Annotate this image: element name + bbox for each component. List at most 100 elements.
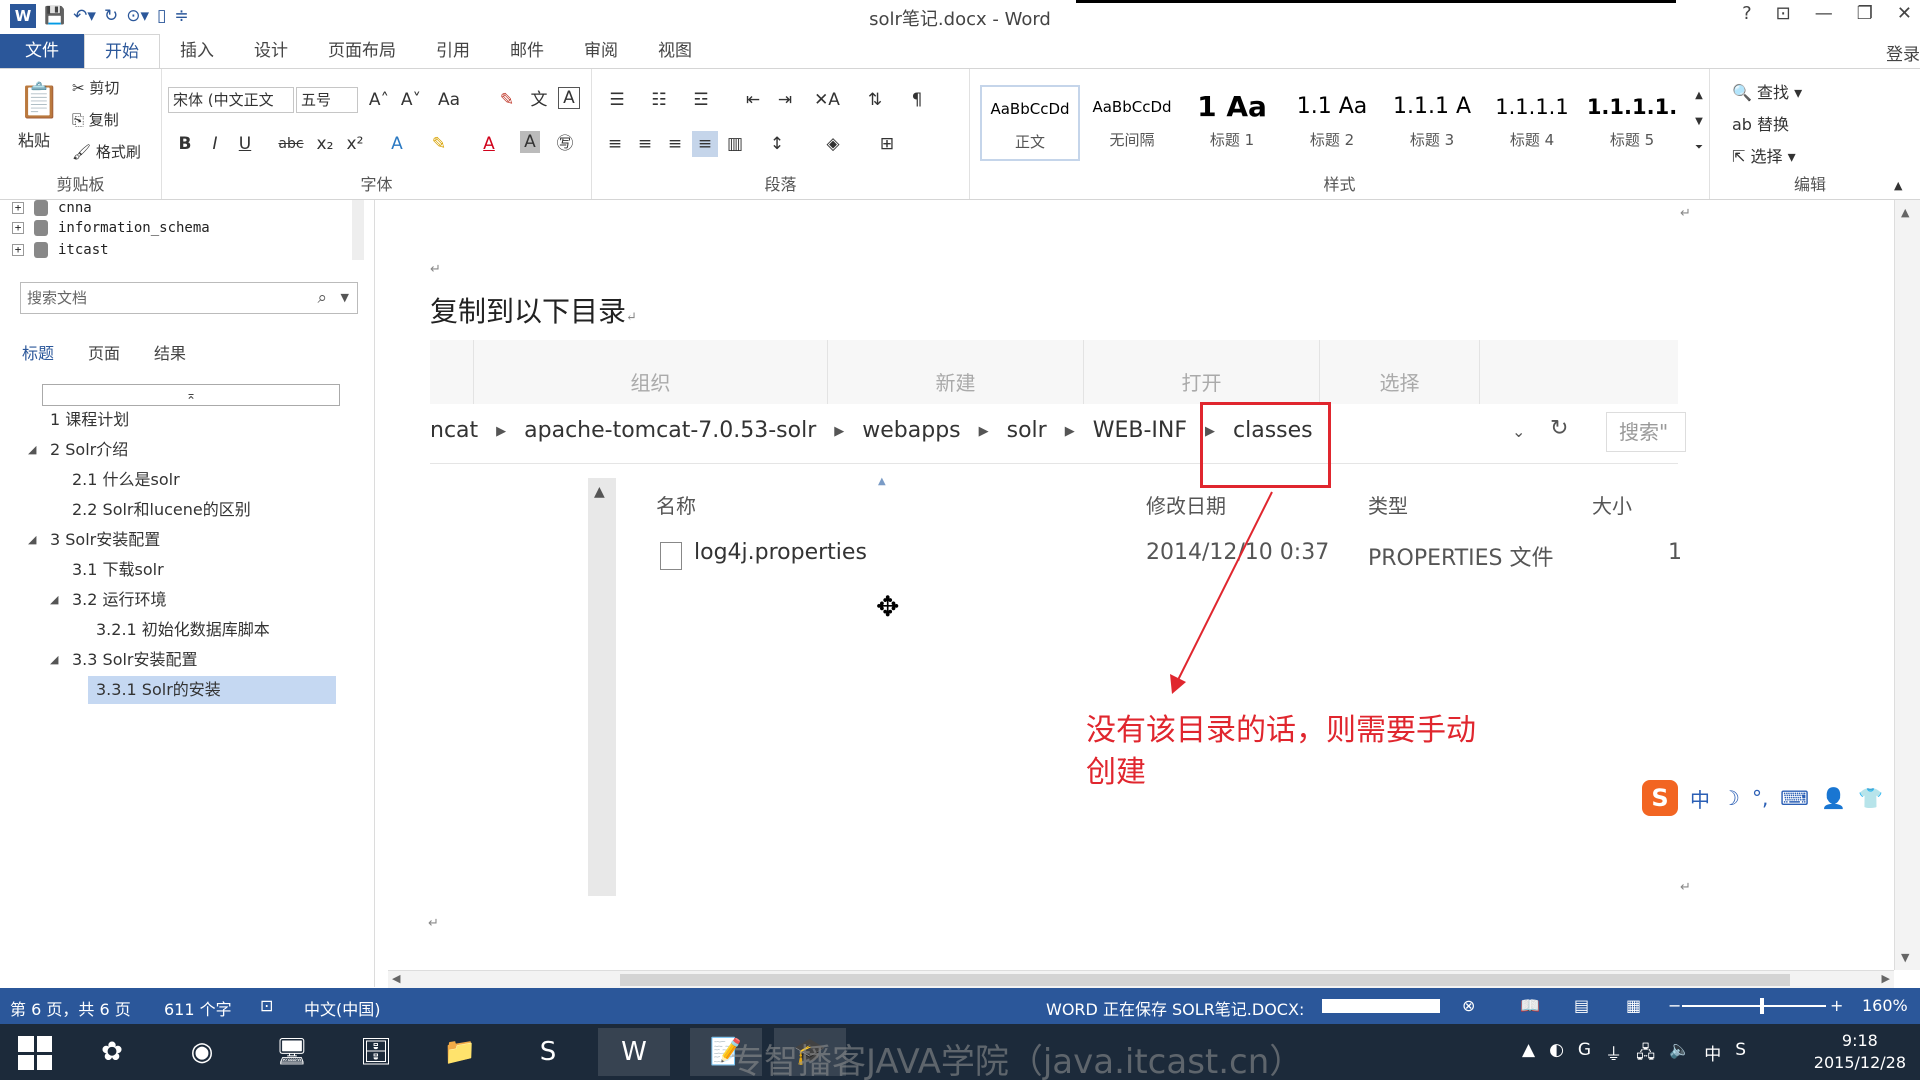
increase-indent-icon[interactable]: ⇥ xyxy=(772,87,798,113)
skin-icon[interactable]: 👕 xyxy=(1858,786,1883,810)
word-count[interactable]: 611 个字 xyxy=(164,996,232,1020)
bold-button[interactable]: B xyxy=(172,131,198,157)
search-document-input[interactable]: 搜索文档 ⌕ ▼ xyxy=(20,282,358,314)
format-painter-button[interactable]: 🖌 格式刷 xyxy=(72,141,141,162)
decrease-indent-icon[interactable]: ⇤ xyxy=(740,87,766,113)
superscript-button[interactable]: x² xyxy=(342,131,368,157)
remote-desktop-icon[interactable]: 🖥 xyxy=(256,1028,328,1076)
subscript-button[interactable]: x₂ xyxy=(312,131,338,157)
tab-review[interactable]: 审阅 xyxy=(564,34,638,68)
align-right-icon[interactable]: ≡ xyxy=(662,131,688,157)
nav-scrollbar[interactable] xyxy=(352,200,364,260)
copy-button[interactable]: ⎘ 复制 xyxy=(72,109,119,130)
volume-icon[interactable]: 🔈 xyxy=(1669,1040,1690,1069)
heading-item[interactable]: ◢ 3.3 Solr安装配置 xyxy=(50,646,198,674)
replace-button[interactable]: ab 替换 xyxy=(1732,111,1789,135)
zoom-in-button[interactable]: + xyxy=(1830,996,1843,1015)
tab-layout[interactable]: 页面布局 xyxy=(308,34,416,68)
tab-references[interactable]: 引用 xyxy=(416,34,490,68)
page-count[interactable]: 第 6 页，共 6 页 xyxy=(10,996,131,1020)
scroll-down-icon[interactable]: ▼ xyxy=(1901,951,1909,964)
ribbon-display-button[interactable]: ⊡ xyxy=(1776,3,1791,24)
heading-item[interactable]: ◢ 3.2 运行环境 xyxy=(50,586,167,614)
expand-icon[interactable]: + xyxy=(12,222,24,234)
heading-item[interactable]: ◢ 3 Solr安装配置 xyxy=(28,526,160,554)
web-layout-icon[interactable]: ▦ xyxy=(1626,996,1641,1015)
style-heading-4[interactable]: 1.1.1.1 标题 4 xyxy=(1482,85,1582,161)
tree-item[interactable]: + cnna xyxy=(12,200,92,216)
cancel-save-icon[interactable]: ⊗ xyxy=(1462,996,1475,1015)
expand-icon[interactable]: + xyxy=(12,244,24,256)
search-icon[interactable]: ⌕ xyxy=(317,283,327,313)
line-spacing-icon[interactable]: ↕ xyxy=(764,131,790,157)
sort-icon[interactable]: ⇅ xyxy=(862,87,888,113)
font-size-select[interactable]: 五号 xyxy=(296,87,358,113)
distributed-icon[interactable]: ▥ xyxy=(722,131,748,157)
network-icon[interactable]: 🖧 xyxy=(1636,1040,1655,1069)
heading-item-selected[interactable]: 3.3.1 Solr的安装 xyxy=(88,676,336,704)
ime-mode-icon[interactable]: 中 xyxy=(1690,784,1710,813)
heading-item[interactable]: 3.2.1 初始化数据库脚本 xyxy=(96,616,270,644)
zoom-level[interactable]: 160% xyxy=(1862,996,1908,1015)
styles-scroll-down-icon[interactable]: ▼ xyxy=(1686,109,1712,135)
tab-pages[interactable]: 页面 xyxy=(88,340,120,364)
style-heading-3[interactable]: 1.1.1 A 标题 3 xyxy=(1382,85,1482,161)
highlight-icon[interactable]: ✎ xyxy=(426,131,452,157)
tab-headings[interactable]: 标题 xyxy=(22,340,54,364)
tab-mailings[interactable]: 邮件 xyxy=(490,34,564,68)
control-panel-icon[interactable]: 🗄 xyxy=(340,1028,412,1076)
font-color-icon[interactable]: A xyxy=(476,131,502,157)
styles-scroll-up-icon[interactable]: ▲ xyxy=(1686,83,1712,109)
underline-button[interactable]: U xyxy=(232,131,258,157)
close-button[interactable]: ✕ xyxy=(1897,3,1912,24)
shrink-font-icon[interactable]: A˅ xyxy=(398,87,424,113)
justify-icon[interactable]: ≡ xyxy=(692,131,718,157)
zoom-slider-thumb[interactable] xyxy=(1760,998,1764,1014)
heading-item[interactable]: 2.2 Solr和lucene的区别 xyxy=(72,496,251,524)
read-mode-icon[interactable]: 📖 xyxy=(1520,996,1540,1015)
multilevel-list-icon[interactable]: ☲ xyxy=(688,87,714,113)
style-heading-2[interactable]: 1.1 Aa 标题 2 xyxy=(1282,85,1382,161)
tray-expand-icon[interactable]: ▲ xyxy=(1522,1040,1535,1069)
enclose-char-icon[interactable]: ㊢ xyxy=(552,131,578,157)
heading-item[interactable]: ◢ 2 Solr介绍 xyxy=(28,436,128,464)
select-button[interactable]: ⇱ 选择 ▾ xyxy=(1732,143,1796,167)
collapse-triangle-icon[interactable]: ◢ xyxy=(50,646,58,674)
phonetic-guide-icon[interactable]: 文 xyxy=(526,87,552,113)
style-heading-1[interactable]: 1 Aa 标题 1 xyxy=(1182,85,1282,161)
language[interactable]: 中文(中国) xyxy=(304,996,381,1020)
scroll-right-icon[interactable]: ▶ xyxy=(1882,972,1890,985)
tab-view[interactable]: 视图 xyxy=(638,34,712,68)
tab-file[interactable]: 文件 xyxy=(0,34,84,68)
zoom-slider[interactable] xyxy=(1682,1005,1826,1007)
italic-button[interactable]: I xyxy=(202,131,228,157)
char-border-icon[interactable]: A xyxy=(558,87,580,109)
minimize-button[interactable]: — xyxy=(1815,3,1833,24)
restore-button[interactable]: ❐ xyxy=(1857,3,1873,24)
chevron-down-icon[interactable]: ▼ xyxy=(341,283,349,313)
heading-item[interactable]: 1 课程计划 xyxy=(50,406,129,434)
style-no-spacing[interactable]: AaBbCcDd 无间隔 xyxy=(1082,85,1182,161)
shading-icon[interactable]: ◈ xyxy=(820,131,846,157)
login-link[interactable]: 登录 xyxy=(1886,40,1920,65)
tab-home[interactable]: 开始 xyxy=(84,34,160,68)
tab-design[interactable]: 设计 xyxy=(234,34,308,68)
clear-format-icon[interactable]: ✎ xyxy=(494,87,520,113)
tray-language[interactable]: 中 xyxy=(1704,1040,1721,1069)
file-explorer-icon[interactable]: 📁 xyxy=(424,1028,496,1076)
tree-item[interactable]: + information_schema xyxy=(12,220,210,236)
scroll-thumb[interactable] xyxy=(620,974,1790,986)
sogou-logo-icon[interactable]: S xyxy=(1642,780,1678,816)
bullets-icon[interactable]: ☰ xyxy=(604,87,630,113)
styles-more-icon[interactable]: ⏷ xyxy=(1686,135,1712,161)
horizontal-scrollbar[interactable]: ◀ ▶ xyxy=(388,970,1894,988)
paste-icon[interactable]: 📋 xyxy=(18,81,60,121)
clock[interactable]: 9:18 2015/12/28 xyxy=(1814,1030,1906,1074)
start-button-icon[interactable] xyxy=(18,1036,52,1070)
pinwheel-app-icon[interactable]: ✿ xyxy=(76,1028,148,1076)
chrome-icon[interactable]: ◉ xyxy=(166,1028,238,1076)
word-taskbar-icon[interactable]: W xyxy=(598,1028,670,1076)
help-button[interactable]: ? xyxy=(1742,3,1752,24)
style-heading-5[interactable]: 1.1.1.1. 标题 5 xyxy=(1582,85,1682,161)
sogou-app-icon[interactable]: S xyxy=(512,1028,584,1076)
